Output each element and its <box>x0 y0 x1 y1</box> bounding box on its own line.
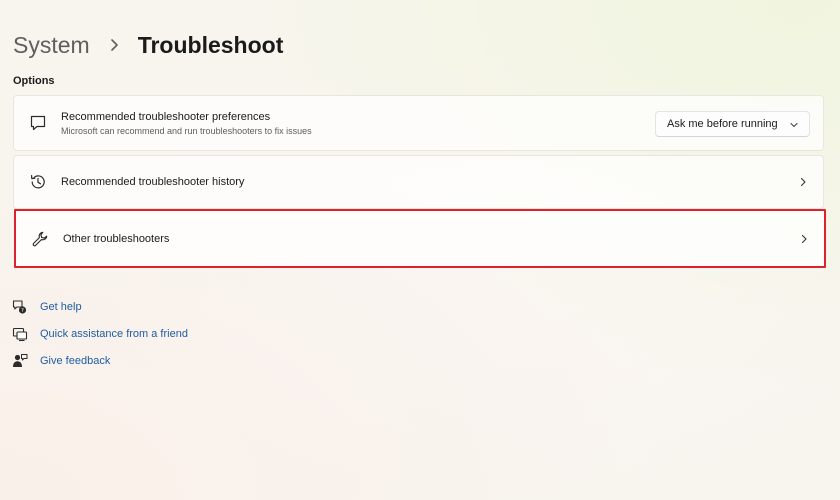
card-other-troubleshooters[interactable]: Other troubleshooters <box>14 209 826 268</box>
history-icon <box>28 172 48 192</box>
link-label[interactable]: Quick assistance from a friend <box>40 328 188 340</box>
feedback-icon <box>12 353 28 369</box>
link-label[interactable]: Give feedback <box>40 355 110 367</box>
help-chat-icon: ? <box>12 299 28 315</box>
card-subtitle: Microsoft can recommend and run troubles… <box>61 125 312 136</box>
chevron-right-icon <box>801 234 807 243</box>
card-troubleshooter-preferences: Recommended troubleshooter preferences M… <box>13 95 824 151</box>
chevron-right-icon <box>800 177 806 187</box>
breadcrumb-parent[interactable]: System <box>13 32 90 59</box>
section-label-options: Options <box>13 75 55 87</box>
svg-text:?: ? <box>21 308 24 314</box>
page-title: Troubleshoot <box>137 31 284 58</box>
remote-assist-icon <box>12 326 28 342</box>
card-title: Recommended troubleshooter preferences <box>61 110 271 123</box>
chevron-down-icon <box>790 122 798 128</box>
card-title: Recommended troubleshooter history <box>61 176 245 188</box>
wrench-icon <box>30 229 50 249</box>
help-links: ? Get help Quick assistance from a frien… <box>12 293 188 374</box>
chevron-right-icon <box>110 39 118 51</box>
card-title: Other troubleshooters <box>63 232 170 245</box>
link-label[interactable]: Get help <box>40 301 82 313</box>
dropdown-value: Ask me before running <box>667 118 778 130</box>
link-give-feedback[interactable]: Give feedback <box>12 347 188 374</box>
link-quick-assistance[interactable]: Quick assistance from a friend <box>12 320 188 347</box>
chat-bubble-icon <box>28 113 48 133</box>
breadcrumb: System Troubleshoot <box>13 28 283 62</box>
link-get-help[interactable]: ? Get help <box>12 293 188 320</box>
card-troubleshooter-history[interactable]: Recommended troubleshooter history <box>13 155 824 209</box>
troubleshooter-preference-dropdown[interactable]: Ask me before running <box>655 111 810 137</box>
